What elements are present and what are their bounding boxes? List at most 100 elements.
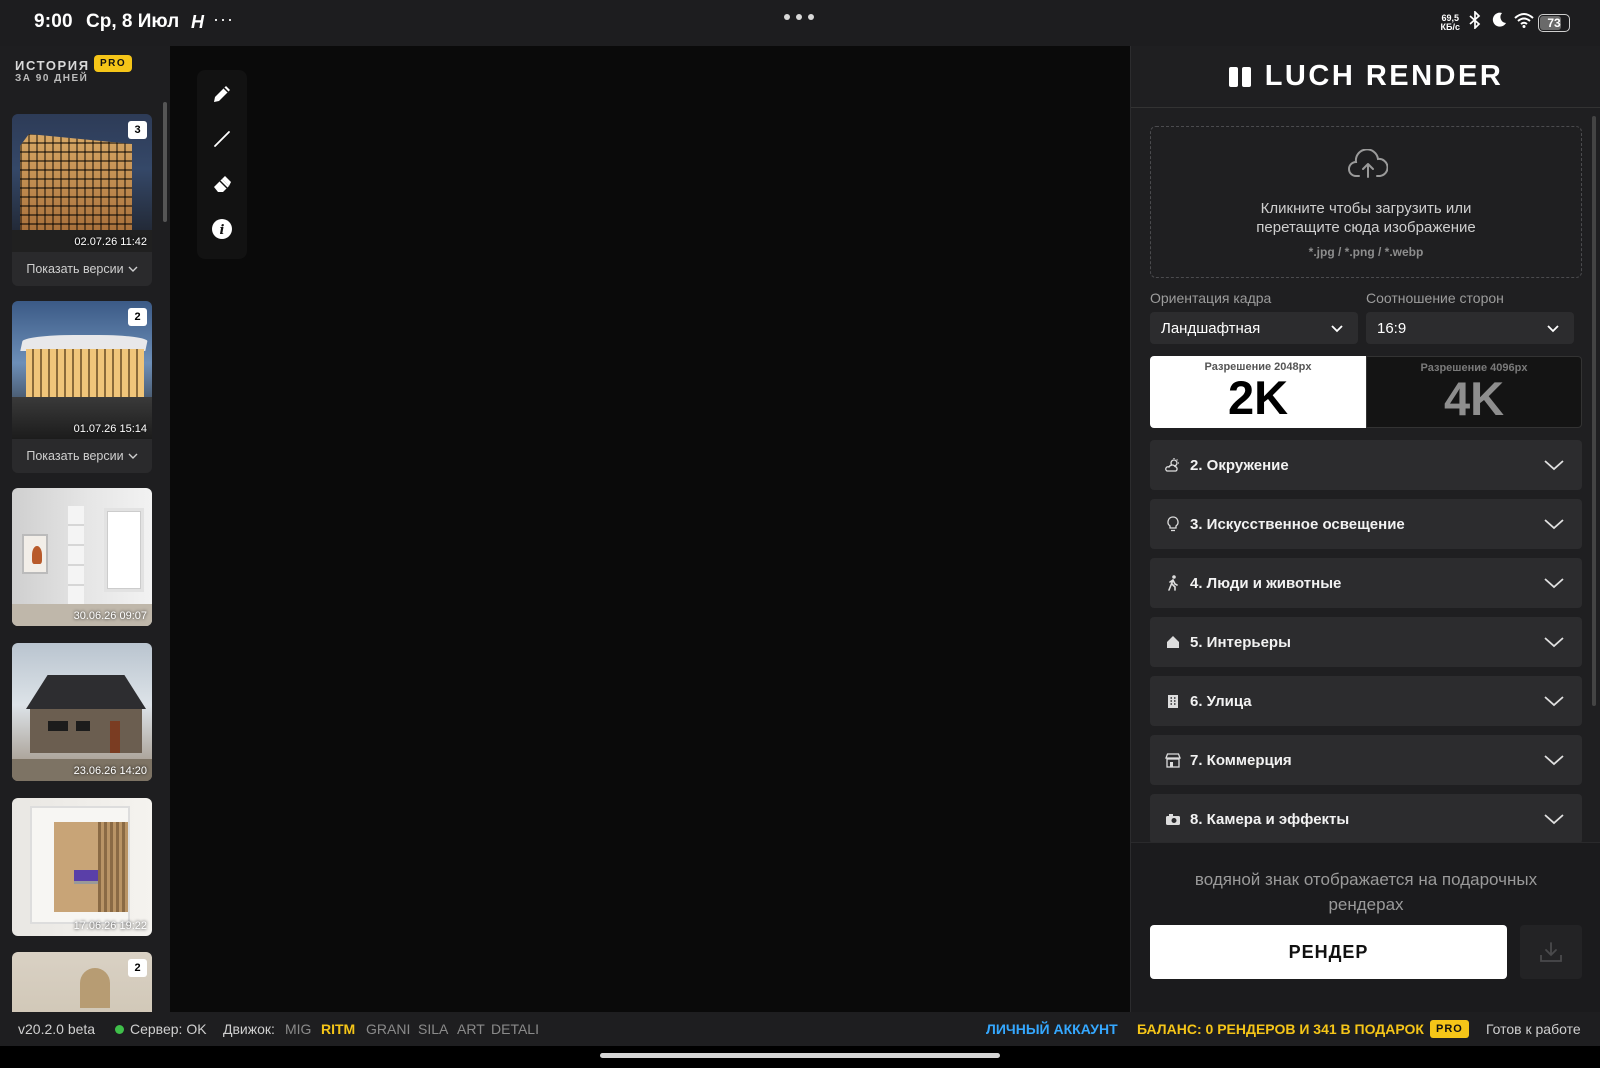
brand-name: LUCH RENDER — [1264, 60, 1504, 92]
building-icon — [1165, 692, 1181, 710]
history-item[interactable]: 2 01.07.26 15:14 Показать версии — [12, 301, 152, 473]
watermark-notice: водяной знак отображается на подарочных … — [1194, 870, 1538, 914]
brand-header: LUCH RENDER — [1131, 46, 1600, 108]
chevron-down-icon — [1547, 325, 1559, 333]
render-thumbnail[interactable]: 2 01.07.26 15:14 — [12, 301, 152, 439]
resolution-2k-option[interactable]: Разрешение 2048px 2K — [1150, 356, 1366, 428]
render-timestamp: 30.06.26 09:07 — [73, 610, 147, 622]
chevron-down-icon — [1544, 519, 1564, 530]
version-count-badge: 2 — [128, 959, 147, 977]
section-artificial-lighting[interactable]: 3. Искусственное освещение — [1150, 499, 1582, 549]
brand-logo-icon — [1228, 66, 1251, 87]
download-icon — [1540, 942, 1562, 962]
history-subtitle: ЗА 90 ДНЕЙ — [15, 73, 89, 84]
wifi-icon — [1514, 12, 1534, 33]
multitasking-dots-icon[interactable] — [784, 14, 814, 20]
render-button[interactable]: РЕНДЕР — [1150, 925, 1507, 979]
resolution-4k-option[interactable]: Разрешение 4096px 4K — [1366, 356, 1582, 428]
section-title: 6. Улица — [1190, 692, 1252, 710]
section-camera-effects[interactable]: 8. Камера и эффекты — [1150, 794, 1582, 844]
settings-panel: LUCH RENDER Кликните чтобы загрузить или… — [1130, 46, 1600, 1012]
chevron-down-icon — [1544, 755, 1564, 766]
pencil-icon — [214, 86, 230, 102]
balance-info: БАЛАНС: 0 РЕНДЕРОВ И 341 В ПОДАРОК — [1137, 1021, 1424, 1037]
line-icon — [214, 131, 230, 147]
date: Ср, 8 Июл — [86, 11, 180, 32]
render-thumbnail[interactable]: 17.06.26 19:22 — [12, 798, 152, 936]
section-interiors[interactable]: 5. Интерьеры — [1150, 617, 1582, 667]
chevron-down-icon — [128, 266, 138, 272]
render-thumbnail[interactable]: 30.06.26 09:07 — [12, 488, 152, 626]
history-item[interactable]: 3 02.07.26 11:42 Показать версии — [12, 114, 152, 286]
section-people-animals[interactable]: 4. Люди и животные — [1150, 558, 1582, 608]
chevron-down-icon — [1544, 460, 1564, 471]
engine-ritm[interactable]: RITM — [321, 1021, 355, 1037]
section-title: 3. Искусственное освещение — [1190, 515, 1405, 533]
render-thumbnail[interactable]: 3 02.07.26 11:42 — [12, 114, 152, 252]
render-timestamp: 23.06.26 14:20 — [73, 765, 147, 777]
battery-icon: 73 — [1538, 13, 1570, 32]
engine-art[interactable]: ART — [457, 1021, 485, 1037]
bluetooth-icon — [1466, 9, 1484, 34]
aspect-ratio-select[interactable]: 16:9 — [1366, 312, 1574, 344]
eraser-tool-button[interactable] — [207, 169, 237, 199]
pro-badge: PRO — [1430, 1020, 1469, 1038]
show-versions-button[interactable]: Показать версии — [12, 439, 152, 473]
history-title: ИСТОРИЯ — [15, 58, 90, 73]
engine-detali[interactable]: DETALI — [491, 1021, 539, 1037]
weather-icon — [1165, 456, 1181, 474]
pro-badge: PRO — [94, 55, 133, 72]
app-status: Готов к работе — [1486, 1021, 1581, 1037]
history-item[interactable]: 2 — [12, 952, 152, 1012]
engine-label: Движок: — [223, 1021, 275, 1037]
network-speed: 69,5 КБ/с — [1440, 12, 1460, 32]
chevron-down-icon — [1544, 637, 1564, 648]
home-indicator[interactable] — [600, 1053, 1000, 1058]
history-item[interactable]: 17.06.26 19:22 — [12, 798, 152, 936]
section-street[interactable]: 6. Улица — [1150, 676, 1582, 726]
version-count-badge: 3 — [128, 121, 147, 139]
cloud-upload-icon — [1348, 149, 1388, 178]
section-commerce[interactable]: 7. Коммерция — [1150, 735, 1582, 785]
download-button[interactable] — [1520, 925, 1582, 979]
panel-scrollbar[interactable] — [1592, 116, 1596, 706]
pencil-tool-button[interactable] — [207, 79, 237, 109]
chevron-down-icon — [1331, 325, 1343, 333]
app-notification-icon: H — [191, 12, 204, 32]
chevron-down-icon — [128, 453, 138, 459]
store-icon — [1165, 751, 1181, 769]
history-sidebar: ИСТОРИЯ ЗА 90 ДНЕЙ PRO 3 02.07.26 11:42 … — [0, 46, 170, 1012]
moon-icon — [1490, 12, 1508, 33]
render-canvas[interactable] — [170, 46, 1130, 1012]
server-status: Сервер: OK — [130, 1021, 207, 1037]
image-upload-dropzone[interactable]: Кликните чтобы загрузить или перетащите … — [1150, 126, 1582, 278]
personal-account-link[interactable]: ЛИЧНЫЙ АККАУНТ — [986, 1021, 1118, 1037]
engine-mig[interactable]: MIG — [285, 1021, 311, 1037]
orientation-select[interactable]: Ландшафтная — [1150, 312, 1358, 344]
orientation-label: Ориентация кадра — [1150, 290, 1272, 306]
engine-sila[interactable]: SILA — [418, 1021, 448, 1037]
app-version: v20.2.0 beta — [18, 1021, 96, 1037]
history-scrollbar[interactable] — [163, 102, 167, 222]
app-footer: v20.2.0 beta Сервер: OK Движок: MIG RITM… — [0, 1012, 1600, 1046]
chevron-down-icon — [1544, 696, 1564, 707]
render-thumbnail[interactable]: 2 — [12, 952, 152, 1012]
resolution-label: 2K — [1227, 371, 1289, 424]
drawing-toolbar: i — [197, 70, 247, 259]
walking-person-icon — [1165, 574, 1181, 592]
info-button[interactable]: i — [207, 214, 237, 244]
upload-formats-hint: *.jpg / *.png / *.webp — [1308, 245, 1424, 259]
version-count-badge: 2 — [128, 308, 147, 326]
show-versions-button[interactable]: Показать версии — [12, 252, 152, 286]
line-tool-button[interactable] — [207, 124, 237, 154]
render-thumbnail[interactable]: 23.06.26 14:20 — [12, 643, 152, 781]
engine-grani[interactable]: GRANI — [366, 1021, 410, 1037]
history-item[interactable]: 30.06.26 09:07 — [12, 488, 152, 626]
status-icons: 69,5 КБ/с 73 — [1440, 9, 1570, 34]
section-environment[interactable]: 2. Окружение — [1150, 440, 1582, 490]
render-timestamp: 01.07.26 15:14 — [73, 423, 147, 435]
section-title: 7. Коммерция — [1190, 751, 1292, 769]
history-header: ИСТОРИЯ ЗА 90 ДНЕЙ PRO — [15, 55, 133, 84]
more-notifications-icon: ··· — [213, 9, 234, 29]
history-item[interactable]: 23.06.26 14:20 — [12, 643, 152, 781]
